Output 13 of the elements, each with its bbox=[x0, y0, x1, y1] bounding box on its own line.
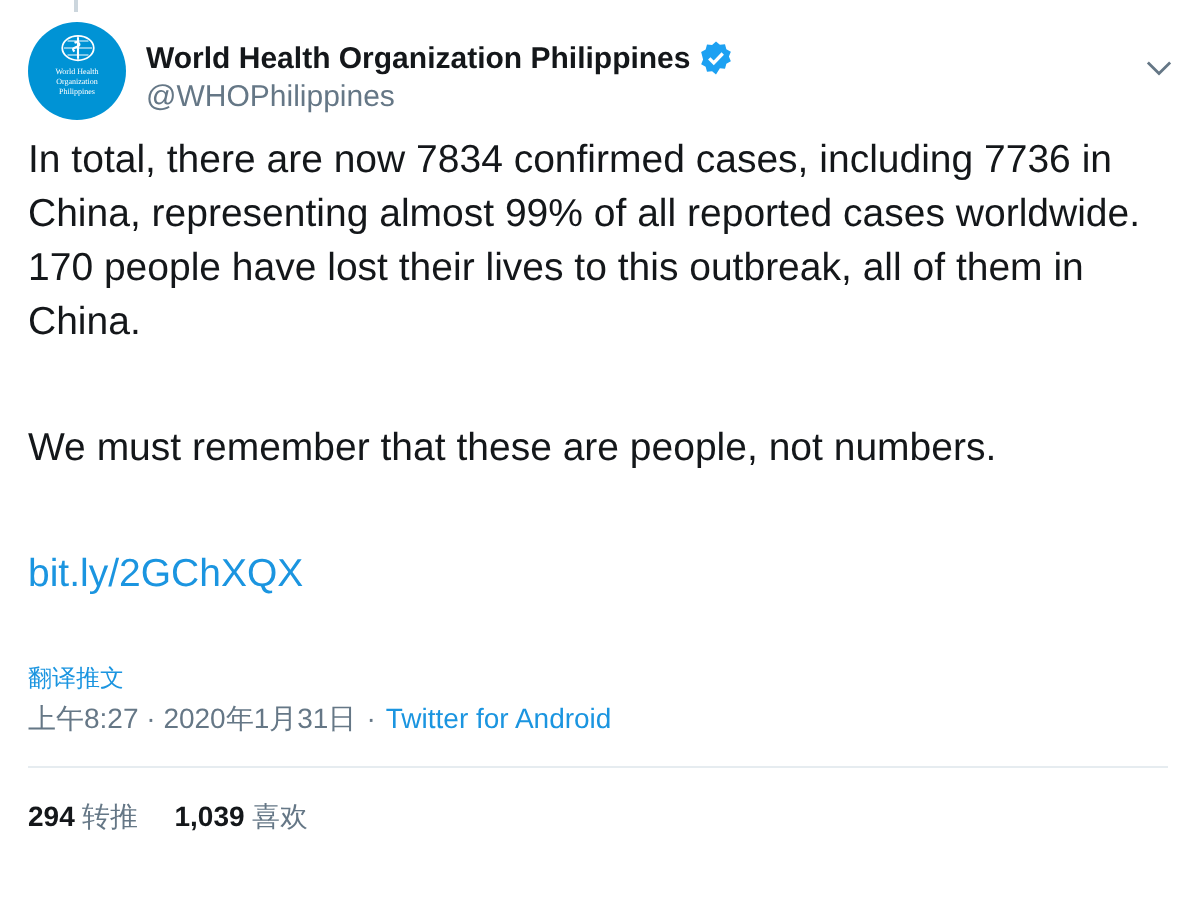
author-handle[interactable]: @WHOPhilippines bbox=[146, 80, 1146, 114]
tweet-text: We must remember that these are people, not numbers. bbox=[28, 424, 999, 474]
timestamp[interactable]: 上午8:27 · 2020年1月31日 bbox=[28, 702, 357, 734]
stat-link[interactable]: 294 转推 bbox=[28, 800, 139, 836]
tweet-link[interactable]: bit.ly/2GChXQX bbox=[28, 552, 304, 596]
emblem-icon bbox=[59, 34, 95, 62]
chevron-down-icon[interactable] bbox=[1146, 60, 1172, 76]
tweet-text: In total, there are now 7834 confirmed cases, including 7736 in China, representing almost 99% of all reported cases worldwide. 170 people have lost their lives to this outbreak, all of them in China. bbox=[28, 136, 1143, 348]
source-link[interactable]: Twitter for Android bbox=[385, 702, 612, 734]
author-name[interactable]: World Health Organization Philippines bbox=[146, 41, 691, 75]
translate-link[interactable]: 翻译推文 bbox=[28, 662, 1176, 696]
separator-dot: · bbox=[366, 702, 376, 734]
stat-link[interactable]: 1,039 喜欢 bbox=[174, 800, 309, 836]
